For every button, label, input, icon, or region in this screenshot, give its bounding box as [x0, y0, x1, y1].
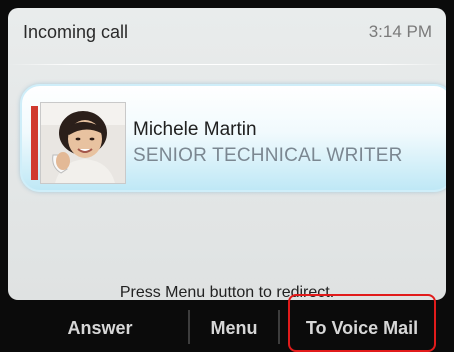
clock: 3:14 PM [368, 22, 432, 41]
answer-button[interactable]: Answer [20, 304, 180, 352]
voice-mail-highlight-box [288, 294, 436, 352]
caller-job-title: SENIOR TECHNICAL WRITER [133, 145, 403, 166]
call-status-title: Incoming call [23, 22, 129, 42]
softkey-separator [278, 310, 280, 344]
caller-accent-bar [31, 106, 38, 180]
caller-card[interactable]: Michele Martin SENIOR TECHNICAL WRITER [20, 84, 446, 192]
phone-screen: Incoming call 3:14 PM Michele Martin SEN… [8, 8, 446, 300]
caller-name: Michele Martin [133, 119, 257, 140]
divider [8, 64, 446, 65]
title-bar: Incoming call 3:14 PM [8, 8, 446, 48]
menu-button[interactable]: Menu [192, 304, 276, 352]
avatar-photo-icon [41, 103, 125, 183]
softkey-separator [188, 310, 190, 344]
caller-photo [40, 102, 126, 184]
